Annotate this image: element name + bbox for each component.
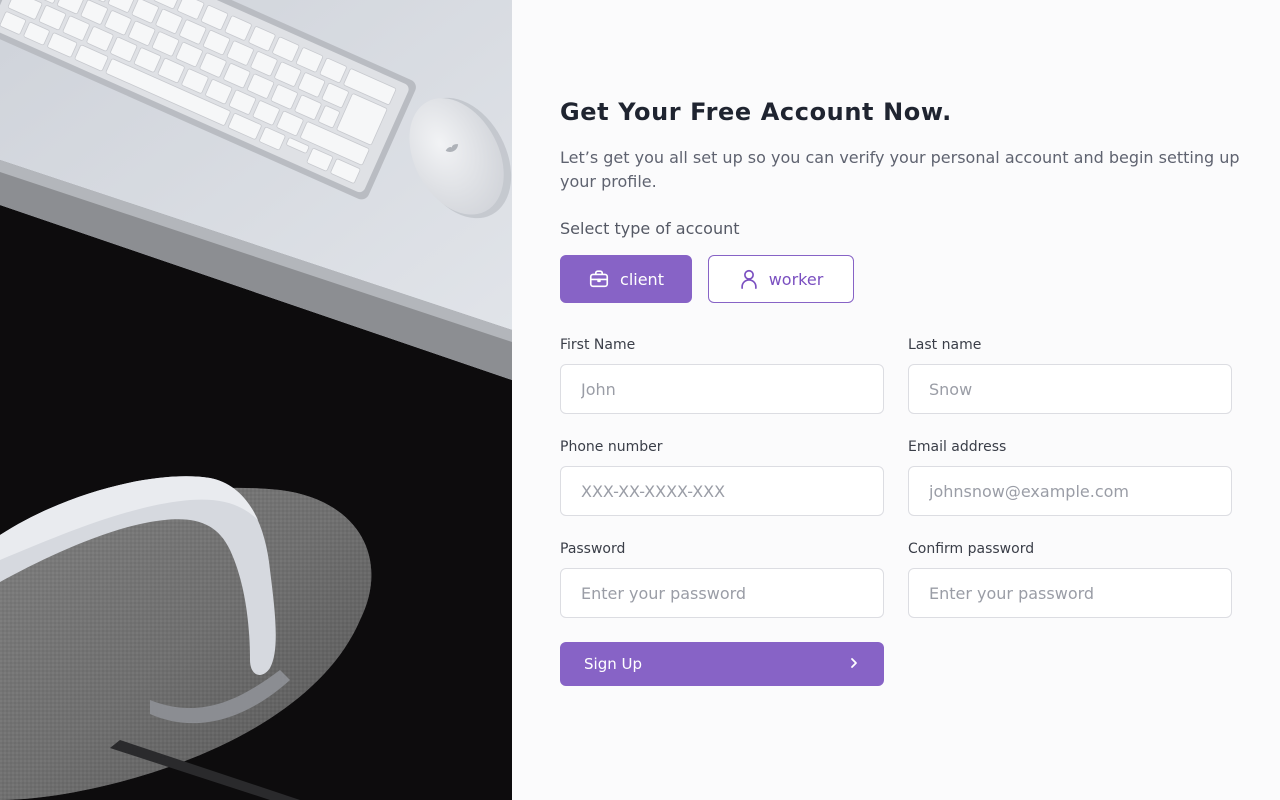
- briefcase-icon: [588, 268, 610, 290]
- page-subtitle: Let’s get you all set up so you can veri…: [560, 148, 1240, 191]
- email-field: [908, 466, 1232, 516]
- confirm-password-input[interactable]: [909, 569, 1231, 617]
- sign-up-button[interactable]: Sign Up: [560, 642, 884, 686]
- first-name-label: First Name: [560, 337, 636, 353]
- last-name-label: Last name: [908, 337, 982, 353]
- password-field: [560, 568, 884, 618]
- confirm-password-field: [908, 568, 1232, 618]
- chevron-right-icon: [848, 655, 860, 673]
- email-label: Email address: [908, 439, 1007, 455]
- desk-scene-illustration: [0, 0, 512, 800]
- account-type-worker-label: worker: [768, 269, 824, 289]
- first-name-field: [560, 364, 884, 414]
- account-type-client-label: client: [620, 269, 664, 289]
- confirm-password-label: Confirm password: [908, 541, 1035, 557]
- password-label: Password: [560, 541, 626, 557]
- sign-up-label: Sign Up: [584, 655, 642, 673]
- account-type-label: Select type of account: [560, 219, 740, 238]
- phone-field: [560, 466, 884, 516]
- account-type-worker-button[interactable]: worker: [708, 255, 854, 303]
- hero-photo: [0, 0, 512, 800]
- phone-label: Phone number: [560, 439, 663, 455]
- signup-panel: Get Your Free Account Now. Let’s get you…: [512, 0, 1280, 800]
- phone-input[interactable]: [561, 467, 883, 515]
- page-title: Get Your Free Account Now.: [560, 98, 952, 126]
- user-icon: [739, 268, 759, 290]
- last-name-input[interactable]: [909, 365, 1231, 413]
- first-name-input[interactable]: [561, 365, 883, 413]
- account-type-client-button[interactable]: client: [560, 255, 692, 303]
- email-input[interactable]: [909, 467, 1231, 515]
- password-input[interactable]: [561, 569, 883, 617]
- last-name-field: [908, 364, 1232, 414]
